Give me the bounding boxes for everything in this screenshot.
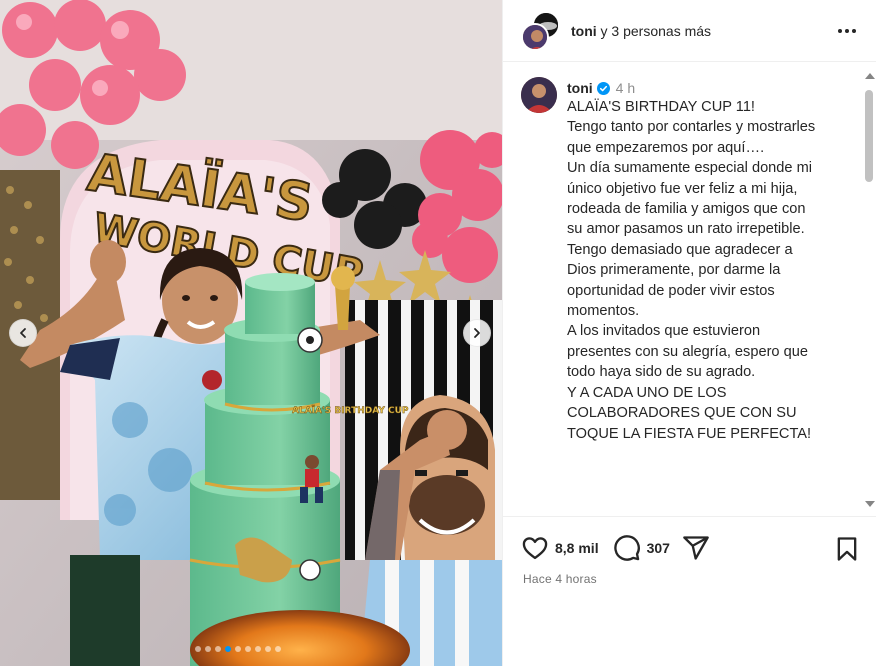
more-horizontal-icon <box>838 29 842 33</box>
caption-header: toni 4 h <box>567 79 847 97</box>
post-timestamp[interactable]: Hace 4 horas <box>523 572 597 586</box>
slide-dot <box>275 646 281 652</box>
scroll-up-arrow-icon[interactable] <box>865 73 875 79</box>
action-row: 8,8 mil 307 <box>521 534 710 562</box>
post-photo: ALAÏA'S WORLD CUP ALAÏA'S BIRTHDAY CUP <box>0 0 502 666</box>
bookmark-icon[interactable] <box>833 535 861 563</box>
slide-dot <box>255 646 261 652</box>
slide-dot <box>195 646 201 652</box>
slide-dot <box>215 646 221 652</box>
comment-icon[interactable] <box>613 534 641 562</box>
header-collaborators[interactable]: y 3 personas más <box>597 23 712 39</box>
caption-username[interactable]: toni <box>567 79 593 97</box>
post-sidebar: toni y 3 personas más toni 4 h ALAÏA'S B… <box>502 0 876 666</box>
share-icon[interactable] <box>682 534 710 562</box>
slide-dot <box>205 646 211 652</box>
avatar <box>521 22 549 51</box>
more-options-button[interactable] <box>835 22 859 40</box>
caption-line: A los invitados que estuvieron <box>567 323 761 340</box>
caption-line: Y A CADA UNO DE LOS <box>567 384 727 401</box>
post-header: toni y 3 personas más <box>503 0 876 62</box>
caption-line: Dios primeramente, por darme la <box>567 262 781 279</box>
caption-area: toni 4 h ALAÏA'S BIRTHDAY CUP 11! Tengo t… <box>503 63 876 515</box>
next-slide-button[interactable] <box>463 319 491 347</box>
caption-time[interactable]: 4 h <box>616 79 635 97</box>
caption-line: presentes con su alegría, espero que <box>567 343 808 360</box>
slide-dot <box>245 646 251 652</box>
caption-line: que empezaremos por aquí…. <box>567 139 765 156</box>
likes-count[interactable]: 8,8 mil <box>555 540 599 556</box>
caption-line: único objetivo fue ver feliz a mi hija, <box>567 180 798 197</box>
cake-label: ALAÏA'S BIRTHDAY CUP <box>292 405 409 416</box>
heart-icon[interactable] <box>521 534 549 562</box>
caption-scrollbar[interactable] <box>862 63 876 515</box>
verified-icon <box>596 81 610 95</box>
caption-line: TOQUE LA FIESTA FUE PERFECTA! <box>567 425 812 442</box>
caption-line: COLABORADORES QUE CON SU <box>567 405 797 422</box>
header-username[interactable]: toni <box>571 23 597 39</box>
slide-dot <box>265 646 271 652</box>
collab-avatars[interactable] <box>521 10 561 51</box>
caption-text: ALAÏA'S BIRTHDAY CUP 11! Tengo tanto por … <box>567 97 847 444</box>
chevron-left-icon <box>20 328 26 338</box>
chevron-right-icon <box>474 328 480 338</box>
caption: toni 4 h ALAÏA'S BIRTHDAY CUP 11! Tengo t… <box>567 79 847 444</box>
caption-line: momentos. <box>567 303 640 320</box>
slide-dot <box>225 646 231 652</box>
header-title: toni y 3 personas más <box>571 23 711 39</box>
caption-line: oportunidad de poder vivir estos <box>567 282 775 299</box>
scroll-down-arrow-icon[interactable] <box>865 501 875 507</box>
caption-line: Tengo tanto por contarles y mostrarles <box>567 119 816 136</box>
caption-line: Tengo demasiado que agradecer a <box>567 241 793 258</box>
post-media[interactable]: ALAÏA'S WORLD CUP ALAÏA'S BIRTHDAY CUP <box>0 0 502 666</box>
caption-line: Un día sumamente especial donde mi <box>567 160 812 177</box>
slide-indicator <box>195 646 281 652</box>
post-actions: 8,8 mil 307 Hace 4 horas <box>503 516 876 666</box>
caption-line: rodeada de familia y amigos que con <box>567 201 806 218</box>
avatar[interactable] <box>521 77 557 113</box>
caption-line: su amor pasamos un rato irrepetible. <box>567 221 805 238</box>
prev-slide-button[interactable] <box>9 319 37 347</box>
caption-line: todo haya sido de su agrado. <box>567 364 756 381</box>
slide-dot <box>235 646 241 652</box>
caption-line: ALAÏA'S BIRTHDAY CUP 11! <box>567 99 755 115</box>
comments-count[interactable]: 307 <box>647 540 670 556</box>
scrollbar-thumb[interactable] <box>865 90 873 182</box>
